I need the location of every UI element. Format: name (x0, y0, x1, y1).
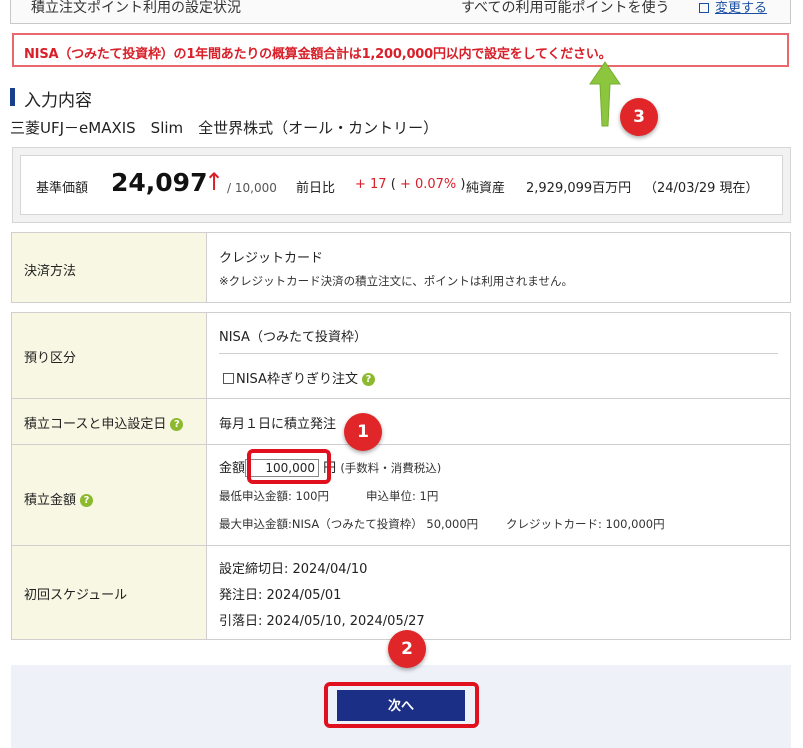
step-badge-3: 3 (620, 98, 658, 136)
base-price-label: 基準価額 (36, 181, 89, 196)
point-usage-label: 積立注文ポイント利用の設定状況 (31, 0, 241, 16)
price-inner: 基準価額 24,097 ↑ / 10,000 前日比 + 17 ( + 0.07… (20, 155, 783, 215)
account-value: NISA（つみたて投資枠） (219, 330, 367, 345)
max-amount: 最大申込金額:NISA（つみたて投資枠） 50,000円 (219, 517, 479, 531)
error-message: NISA（つみたて投資枠）の1年間あたりの概算金額合計は1,200,000円以内… (24, 47, 612, 62)
payment-label: 決済方法 (24, 264, 77, 279)
amount-suffix-note: (手数料・消費税込) (340, 461, 442, 475)
nisa-limit-label: NISA枠ぎりぎり注文 (236, 372, 358, 387)
course-label-text: 積立コースと申込設定日 (24, 417, 167, 432)
section-title: 入力内容 (24, 91, 92, 111)
error-banner: NISA（つみたて投資枠）の1年間あたりの概算金額合計は1,200,000円以内… (12, 33, 789, 67)
amount-highlight (247, 449, 331, 484)
payment-table: 決済方法 クレジットカード ※クレジットカード決済の積立注文に、ポイントは利用さ… (11, 232, 791, 303)
price-box: 基準価額 24,097 ↑ / 10,000 前日比 + 17 ( + 0.07… (12, 147, 791, 223)
debit-date: 引落日: 2024/05/10, 2024/05/27 (219, 614, 425, 629)
help-icon[interactable]: ? (361, 373, 375, 386)
step-badge-1: 1 (344, 413, 382, 451)
section-bar (10, 88, 15, 106)
change-link-label: 変更する (715, 1, 768, 16)
course-row: 積立コースと申込設定日? 毎月１日に積立発注 (12, 399, 790, 445)
account-label-cell: 預り区分 (12, 313, 207, 398)
base-price-value: 24,097 (111, 168, 208, 197)
as-of-date: （24/03/29 現在） (644, 181, 759, 196)
order-date: 発注日: 2024/05/01 (219, 588, 342, 603)
schedule-label: 初回スケジュール (24, 588, 128, 603)
credit-max-amount: クレジットカード: 100,000円 (506, 517, 665, 531)
fund-name: 三菱UFJ－eMAXIS Slim 全世界株式（オール・カントリー） (10, 119, 439, 137)
order-unit: 申込単位: 1円 (366, 489, 439, 503)
schedule-label-cell: 初回スケジュール (12, 546, 207, 639)
amount-label-cell: 積立金額? (12, 445, 207, 545)
help-icon[interactable]: ? (80, 494, 94, 507)
point-usage-row: 積立注文ポイント利用の設定状況 すべての利用可能ポイントを使う 変更する (10, 0, 791, 24)
net-assets-label: 純資産 (466, 181, 506, 196)
course-label-cell: 積立コースと申込設定日? (12, 399, 207, 444)
payment-note: ※クレジットカード決済の積立注文に、ポイントは利用されません。 (219, 274, 573, 288)
divider (219, 353, 778, 354)
amount-row: 積立金額? 金額 100,000 円 (手数料・消費税込) 最低申込金額: 100… (12, 445, 790, 546)
payment-label-cell: 決済方法 (12, 233, 207, 302)
price-unit: / 10,000 (227, 181, 277, 195)
account-row: 預り区分 NISA（つみたて投資枠） NISA枠ぎりぎり注文? (12, 313, 790, 399)
step-badge-2: 2 (388, 630, 426, 668)
payment-method: クレジットカード (219, 251, 324, 266)
edit-icon (699, 3, 709, 13)
next-highlight (324, 682, 479, 728)
change-link[interactable]: 変更する (699, 0, 767, 16)
payment-row: 決済方法 クレジットカード ※クレジットカード決済の積立注文に、ポイントは利用さ… (12, 233, 790, 302)
account-label: 預り区分 (24, 351, 77, 366)
schedule-row: 初回スケジュール 設定締切日: 2024/04/10 発注日: 2024/05/… (12, 546, 790, 639)
order-table: 預り区分 NISA（つみたて投資枠） NISA枠ぎりぎり注文? 積立コースと申込… (11, 312, 791, 640)
change-pct: + 0.07% (399, 177, 457, 192)
prev-day-label: 前日比 (296, 181, 336, 196)
change-abs: + 17 (355, 177, 387, 192)
amount-prefix: 金額 (219, 461, 246, 476)
course-value: 毎月１日に積立発注 (219, 417, 337, 432)
pointer-arrow-icon (589, 61, 621, 127)
help-icon[interactable]: ? (170, 418, 184, 431)
price-change: + 17 ( + 0.07% ) (355, 177, 466, 192)
nisa-limit-checkbox[interactable] (223, 373, 234, 384)
deadline-date: 設定締切日: 2024/04/10 (219, 562, 368, 577)
point-usage-value: すべての利用可能ポイントを使う (461, 0, 670, 16)
min-amount: 最低申込金額: 100円 (219, 489, 329, 503)
course-label: 積立コースと申込設定日? (24, 413, 184, 432)
up-arrow-icon: ↑ (204, 168, 225, 196)
net-assets-value: 2,929,099百万円 (526, 181, 632, 196)
nisa-limit-option[interactable]: NISA枠ぎりぎり注文? (223, 368, 375, 387)
amount-label: 積立金額? (24, 489, 94, 508)
amount-label-text: 積立金額 (24, 493, 77, 508)
